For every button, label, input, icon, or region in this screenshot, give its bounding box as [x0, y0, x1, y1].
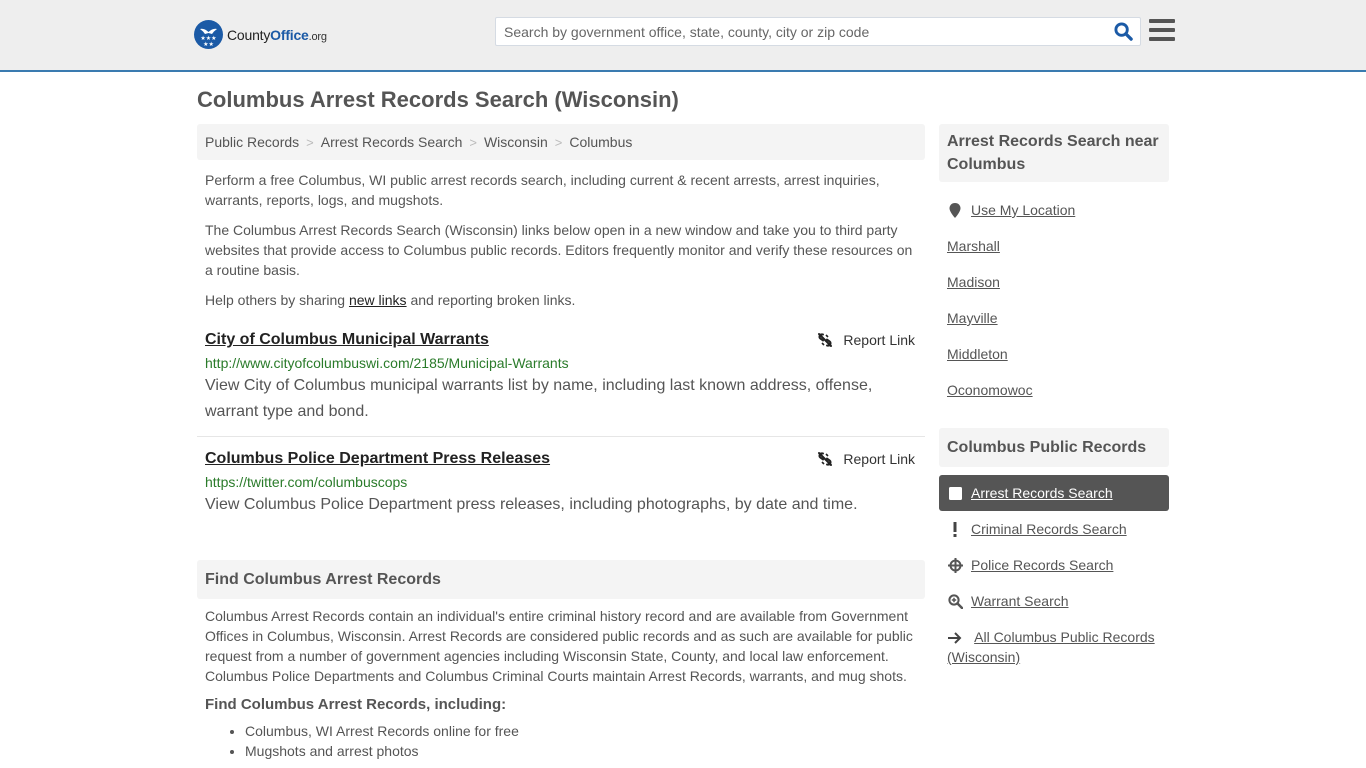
- listing-title-link[interactable]: Columbus Police Department Press Release…: [205, 448, 550, 470]
- search-icon: [1113, 22, 1133, 41]
- listing-url[interactable]: https://twitter.com/columbuscops: [205, 472, 917, 492]
- find-records-body: Columbus Arrest Records contain an indiv…: [205, 608, 913, 684]
- list-item: Columbus, WI Arrest Records online for f…: [245, 721, 925, 741]
- sidebar: Arrest Records Search near Columbus Use …: [939, 124, 1169, 667]
- top-header: ★★★ ★★ CountyOffice.org: [0, 0, 1366, 72]
- zoom-in-icon: [947, 593, 963, 609]
- nearby-links: Use My Location Marshall Madison Mayvill…: [939, 200, 1169, 400]
- list-item: Mugshots and arrest photos: [245, 741, 925, 761]
- new-links-link[interactable]: new links: [349, 292, 407, 308]
- nearby-heading: Arrest Records Search near Columbus: [939, 124, 1169, 182]
- listing-title-link[interactable]: City of Columbus Municipal Warrants: [205, 329, 489, 351]
- public-records-nav: Arrest Records Search Criminal Records S…: [939, 475, 1169, 667]
- disclaimer-paragraph: The Columbus Arrest Records Search (Wisc…: [205, 222, 913, 278]
- breadcrumb-separator: >: [469, 134, 477, 150]
- nearby-city-madison[interactable]: Madison: [947, 272, 1161, 292]
- map-pin-icon: [947, 202, 963, 218]
- report-link-label: Report Link: [843, 332, 915, 348]
- search-input[interactable]: [496, 18, 1106, 45]
- intro-paragraph: Perform a free Columbus, WI public arres…: [205, 172, 880, 208]
- breadcrumb-public-records[interactable]: Public Records: [205, 134, 299, 150]
- broken-link-icon: [818, 333, 833, 347]
- sidebar-item-warrant-search[interactable]: Warrant Search: [939, 583, 1169, 619]
- logo-text: CountyOffice.org: [227, 26, 327, 43]
- nearby-city-middleton[interactable]: Middleton: [947, 344, 1161, 364]
- find-records-list: Columbus, WI Arrest Records online for f…: [197, 721, 925, 761]
- search-button[interactable]: [1106, 18, 1140, 45]
- exclamation-icon: [947, 521, 963, 537]
- intro-section: Perform a free Columbus, WI public arres…: [197, 170, 925, 310]
- find-records-heading: Find Columbus Arrest Records: [197, 560, 925, 599]
- sidebar-item-arrest-records-search[interactable]: Arrest Records Search: [939, 475, 1169, 511]
- nearby-city-oconomowoc[interactable]: Oconomowoc: [947, 380, 1161, 400]
- report-link-button[interactable]: Report Link: [817, 332, 915, 348]
- report-link-button[interactable]: Report Link: [817, 451, 915, 467]
- broken-link-icon: [818, 452, 833, 466]
- sidebar-item-police-records-search[interactable]: Police Records Search: [939, 547, 1169, 583]
- hamburger-menu-icon[interactable]: [1149, 19, 1175, 43]
- breadcrumb-arrest-records-search[interactable]: Arrest Records Search: [321, 134, 463, 150]
- nearby-city-mayville[interactable]: Mayville: [947, 308, 1161, 328]
- listing-description: View City of Columbus municipal warrants…: [205, 377, 873, 420]
- breadcrumb: Public Records > Arrest Records Search >…: [197, 124, 925, 160]
- crosshair-icon: [947, 557, 963, 573]
- search-bar: [495, 17, 1141, 46]
- page-title: Columbus Arrest Records Search (Wisconsi…: [197, 87, 679, 112]
- listing-item: Columbus Police Department Press Release…: [197, 448, 925, 518]
- breadcrumb-columbus[interactable]: Columbus: [569, 134, 632, 150]
- square-icon: [947, 486, 963, 500]
- main-content: Public Records > Arrest Records Search >…: [197, 124, 925, 761]
- public-records-heading: Columbus Public Records: [939, 428, 1169, 467]
- listing-url[interactable]: http://www.cityofcolumbuswi.com/2185/Mun…: [205, 353, 917, 373]
- find-records-subheading: Find Columbus Arrest Records, including:: [205, 696, 507, 713]
- site-logo[interactable]: ★★★ ★★ CountyOffice.org: [194, 20, 327, 49]
- breadcrumb-wisconsin[interactable]: Wisconsin: [484, 134, 548, 150]
- report-link-label: Report Link: [843, 451, 915, 467]
- breadcrumb-separator: >: [306, 134, 314, 150]
- use-my-location-link[interactable]: Use My Location: [947, 200, 1161, 220]
- listing-item: City of Columbus Municipal Warrants Repo…: [197, 329, 925, 437]
- sidebar-item-all-public-records[interactable]: All Columbus Public Records (Wisconsin): [939, 627, 1169, 667]
- arrow-right-icon: [947, 632, 963, 645]
- listing-description: View Columbus Police Department press re…: [205, 496, 858, 513]
- svg-text:★★: ★★: [203, 41, 214, 48]
- nearby-city-marshall[interactable]: Marshall: [947, 236, 1161, 256]
- eagle-stars-logo-icon: ★★★ ★★: [194, 20, 223, 49]
- breadcrumb-separator: >: [554, 134, 563, 150]
- share-paragraph: Help others by sharing new links and rep…: [205, 292, 576, 308]
- sidebar-item-criminal-records-search[interactable]: Criminal Records Search: [939, 511, 1169, 547]
